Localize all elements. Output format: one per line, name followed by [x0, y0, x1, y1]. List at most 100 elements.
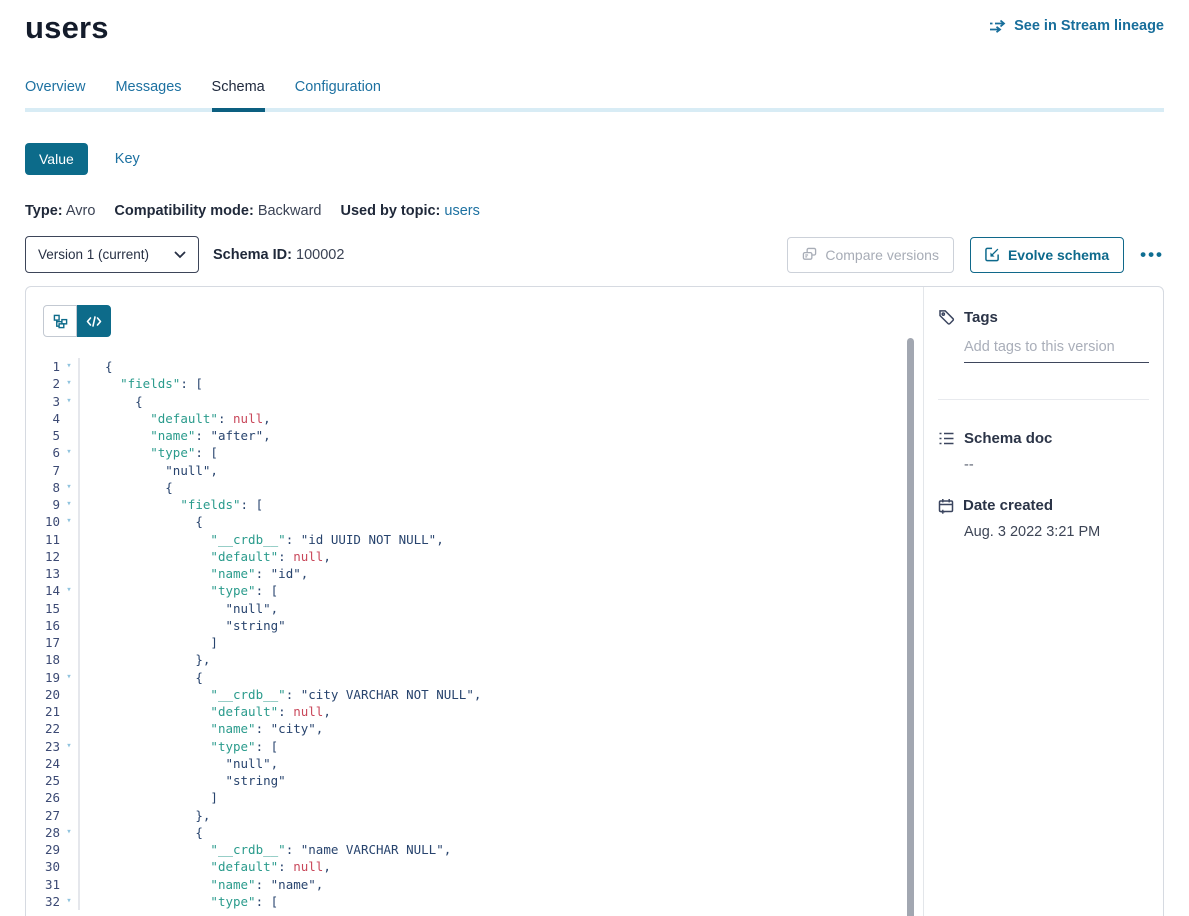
- fold-arrow-icon[interactable]: ▾: [60, 358, 78, 375]
- code-line: 10▾ {: [26, 513, 923, 530]
- code-line: 12 "default": null,: [26, 548, 923, 565]
- schema-doc-icon: [938, 431, 955, 446]
- fold-spacer: [60, 548, 78, 565]
- schema-doc-title: Schema doc: [964, 430, 1052, 447]
- editor-scrollbar[interactable]: [907, 338, 914, 916]
- fold-spacer: [60, 720, 78, 737]
- tab-messages[interactable]: Messages: [115, 79, 181, 108]
- stream-lineage-link[interactable]: See in Stream lineage: [989, 18, 1164, 34]
- fold-spacer: [60, 634, 78, 651]
- date-created-value: Aug. 3 2022 3:21 PM: [964, 524, 1149, 540]
- compare-versions-button[interactable]: Compare versions: [787, 237, 954, 273]
- tab-overview[interactable]: Overview: [25, 79, 85, 108]
- code-line: 6▾ "type": [: [26, 444, 923, 461]
- fold-spacer: [60, 531, 78, 548]
- sidebar-divider: [938, 399, 1149, 400]
- code-line: 24 "null",: [26, 755, 923, 772]
- tags-title: Tags: [964, 309, 998, 326]
- fold-arrow-icon[interactable]: ▾: [60, 582, 78, 599]
- fold-arrow-icon[interactable]: ▾: [60, 393, 78, 410]
- fold-spacer: [60, 703, 78, 720]
- compatibility-value: Backward: [258, 203, 322, 219]
- code-line: 13 "name": "id",: [26, 565, 923, 582]
- schema-editor: 1▾ {2▾ "fields": [3▾ {4 "default": null,…: [26, 287, 923, 916]
- compare-versions-label: Compare versions: [825, 247, 939, 263]
- code-line: 25 "string": [26, 772, 923, 789]
- fold-spacer: [60, 410, 78, 427]
- code-line: 18 },: [26, 651, 923, 668]
- fold-spacer: [60, 858, 78, 875]
- schema-id-value: 100002: [296, 247, 344, 263]
- stream-lineage-icon: [989, 19, 1007, 33]
- copy-icon: [802, 247, 817, 262]
- tab-configuration[interactable]: Configuration: [295, 79, 381, 108]
- version-select-value: Version 1 (current): [38, 247, 149, 262]
- fold-spacer: [60, 600, 78, 617]
- fold-arrow-icon[interactable]: ▾: [60, 893, 78, 910]
- fold-spacer: [60, 565, 78, 582]
- code-line: 1▾ {: [26, 358, 923, 375]
- evolve-schema-button[interactable]: Evolve schema: [970, 237, 1124, 273]
- tree-view-button[interactable]: [43, 305, 77, 337]
- schema-meta: Type: Avro Compatibility mode: Backward …: [25, 203, 1164, 219]
- calendar-plus-icon: [938, 498, 954, 514]
- evolve-schema-label: Evolve schema: [1008, 247, 1109, 263]
- compatibility-label: Compatibility mode:: [114, 203, 253, 219]
- code-lines[interactable]: 1▾ {2▾ "fields": [3▾ {4 "default": null,…: [26, 358, 923, 910]
- chevron-down-icon: [174, 251, 186, 259]
- code-line: 26 ]: [26, 789, 923, 806]
- code-line: 11 "__crdb__": "id UUID NOT NULL",: [26, 531, 923, 548]
- code-view-icon: [86, 315, 102, 328]
- fold-spacer: [60, 841, 78, 858]
- fold-arrow-icon[interactable]: ▾: [60, 738, 78, 755]
- more-options-button[interactable]: •••: [1140, 246, 1164, 263]
- code-line: 15 "null",: [26, 600, 923, 617]
- code-line: 19▾ {: [26, 669, 923, 686]
- code-line: 27 },: [26, 807, 923, 824]
- fold-arrow-icon[interactable]: ▾: [60, 824, 78, 841]
- code-line: 5 "name": "after",: [26, 427, 923, 444]
- fold-arrow-icon[interactable]: ▾: [60, 513, 78, 530]
- schema-card: 1▾ {2▾ "fields": [3▾ {4 "default": null,…: [25, 286, 1164, 916]
- code-line: 17 ]: [26, 634, 923, 651]
- fold-arrow-icon[interactable]: ▾: [60, 375, 78, 392]
- fold-spacer: [60, 789, 78, 806]
- code-line: 8▾ {: [26, 479, 923, 496]
- tags-input[interactable]: [964, 339, 1149, 363]
- code-line: 4 "default": null,: [26, 410, 923, 427]
- fold-spacer: [60, 755, 78, 772]
- fold-spacer: [60, 772, 78, 789]
- page-title: users: [25, 10, 109, 46]
- code-line: 16 "string": [26, 617, 923, 634]
- code-line: 14▾ "type": [: [26, 582, 923, 599]
- fold-arrow-icon[interactable]: ▾: [60, 669, 78, 686]
- code-line: 30 "default": null,: [26, 858, 923, 875]
- value-toggle-button[interactable]: Value: [25, 143, 88, 175]
- code-view-button[interactable]: [77, 305, 111, 337]
- code-line: 31 "name": "name",: [26, 876, 923, 893]
- version-select[interactable]: Version 1 (current): [25, 236, 199, 273]
- code-line: 7 "null",: [26, 462, 923, 479]
- fold-arrow-icon[interactable]: ▾: [60, 479, 78, 496]
- stream-lineage-label: See in Stream lineage: [1014, 18, 1164, 34]
- code-line: 3▾ {: [26, 393, 923, 410]
- fold-arrow-icon[interactable]: ▾: [60, 444, 78, 461]
- topic-link[interactable]: users: [444, 203, 479, 219]
- fold-spacer: [60, 876, 78, 893]
- schema-id-label: Schema ID:: [213, 247, 292, 263]
- tree-view-icon: [53, 314, 68, 329]
- code-line: 23▾ "type": [: [26, 738, 923, 755]
- code-line: 2▾ "fields": [: [26, 375, 923, 392]
- code-line: 20 "__crdb__": "city VARCHAR NOT NULL",: [26, 686, 923, 703]
- key-toggle-link[interactable]: Key: [115, 151, 140, 167]
- view-mode-toggle: [43, 305, 111, 337]
- fold-spacer: [60, 807, 78, 824]
- fold-spacer: [60, 651, 78, 668]
- fold-arrow-icon[interactable]: ▾: [60, 496, 78, 513]
- tag-icon: [938, 309, 955, 326]
- tab-schema[interactable]: Schema: [212, 79, 265, 108]
- code-line: 32▾ "type": [: [26, 893, 923, 910]
- date-created-title: Date created: [963, 497, 1053, 514]
- type-label: Type:: [25, 203, 63, 219]
- schema-doc-value: --: [964, 457, 1149, 473]
